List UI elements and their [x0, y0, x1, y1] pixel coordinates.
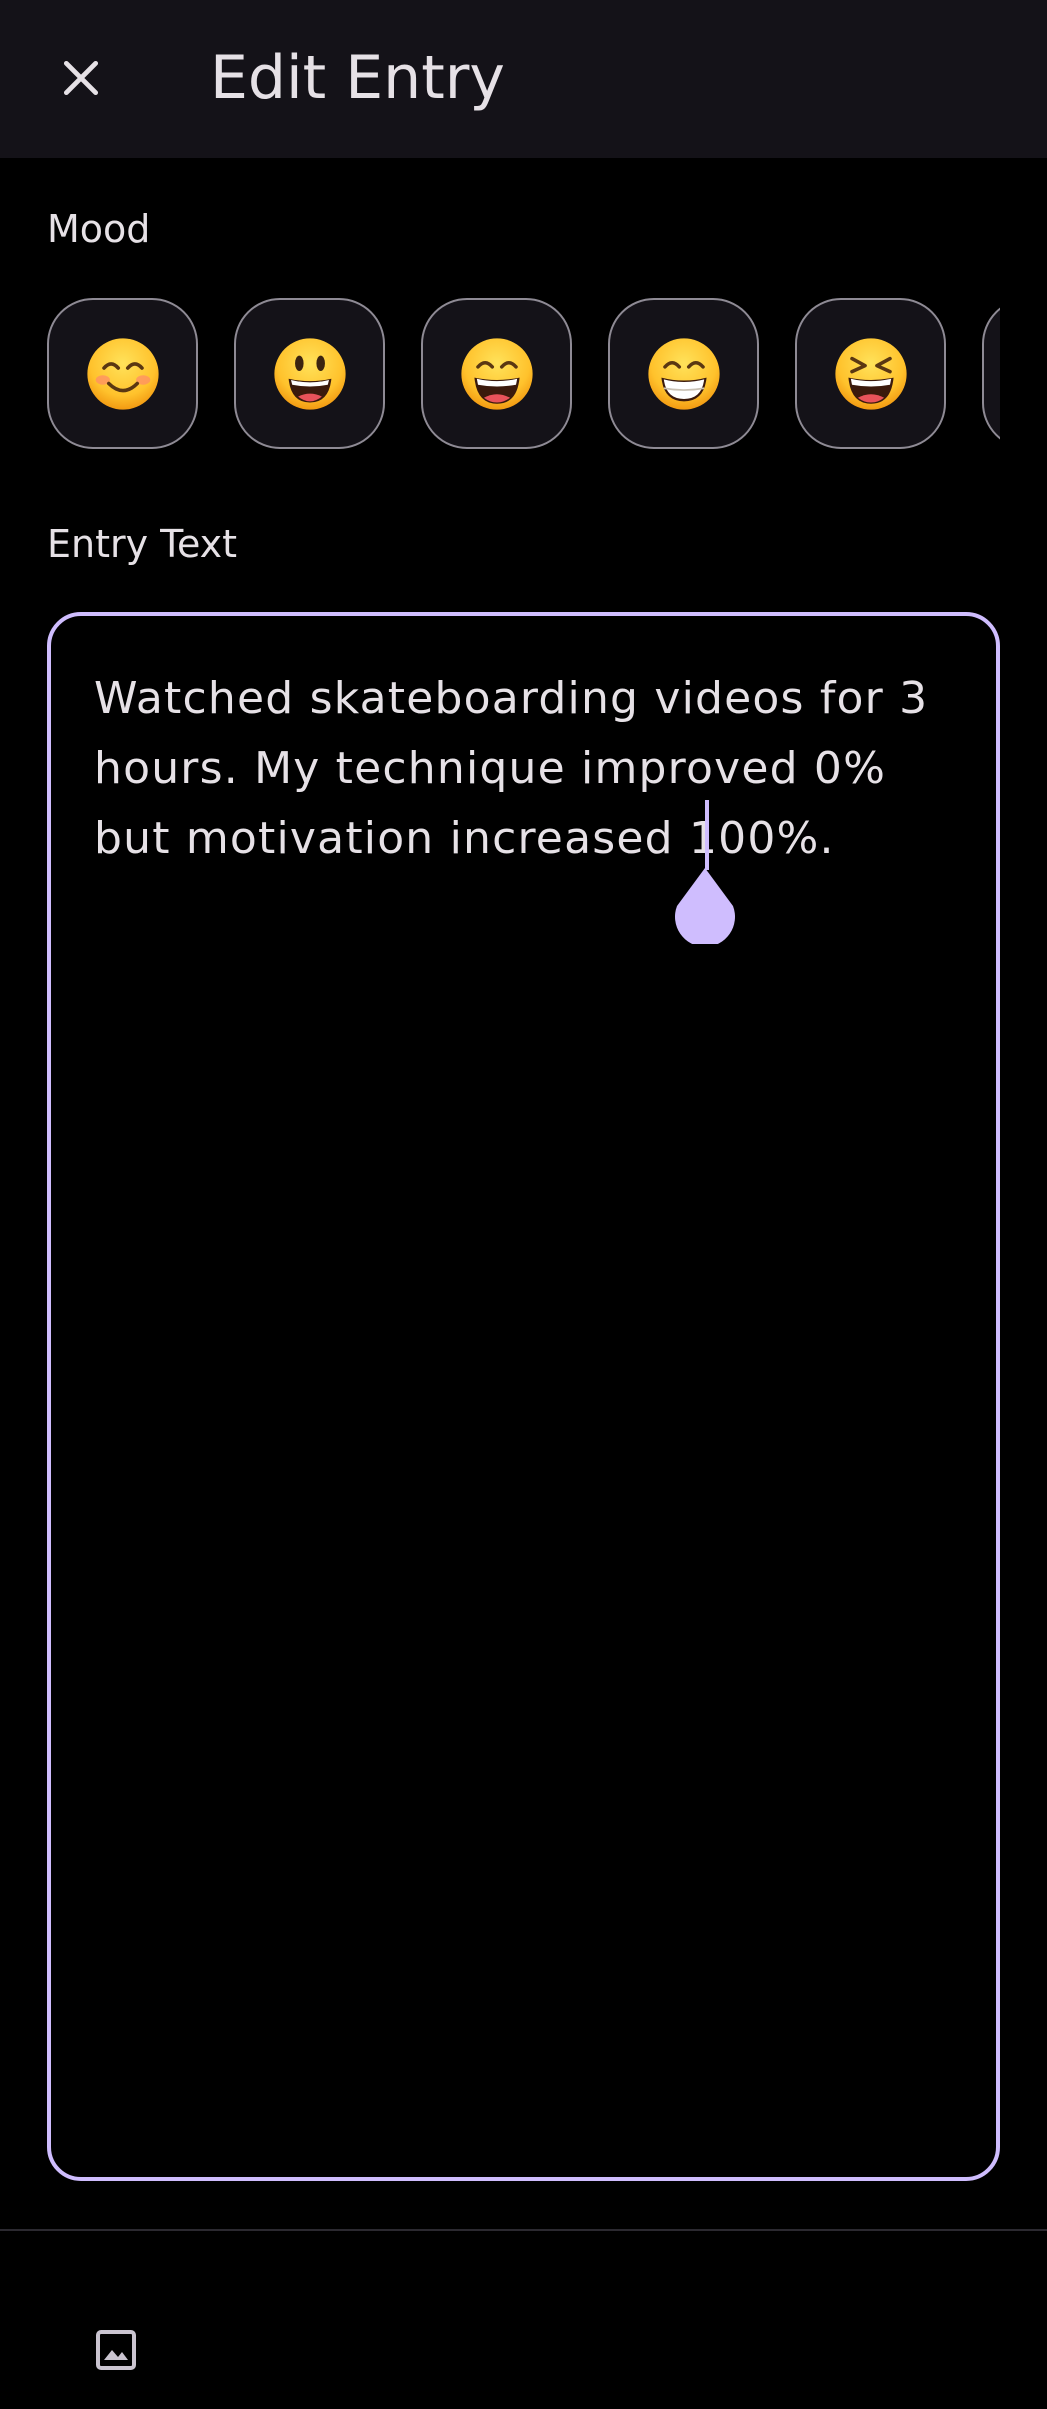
close-button[interactable]: [40, 37, 122, 119]
close-icon: [63, 60, 99, 96]
mood-option-smiling[interactable]: [47, 298, 198, 449]
mood-row: [47, 298, 1000, 449]
grinning-face-with-smiling-eyes-emoji: [460, 337, 533, 410]
mood-option-partial[interactable]: [982, 298, 1000, 449]
cursor-handle-icon[interactable]: [673, 866, 737, 944]
entry-text-value: Watched skateboarding videos for 3 hours…: [94, 673, 944, 864]
add-image-button[interactable]: [82, 2316, 150, 2384]
beaming-face-with-smiling-eyes-emoji: [647, 337, 720, 410]
image-icon: [96, 2330, 136, 2370]
bottom-divider: [0, 2229, 1047, 2231]
mood-option-laughing[interactable]: [795, 298, 946, 449]
page-title: Edit Entry: [210, 43, 505, 113]
smiling-face-with-smiling-eyes-emoji: [86, 337, 159, 410]
text-cursor: [705, 800, 709, 870]
grinning-face-with-big-eyes-emoji: [273, 337, 346, 410]
mood-option-beaming[interactable]: [608, 298, 759, 449]
mood-selector[interactable]: [47, 298, 1000, 449]
mood-option-smile[interactable]: [421, 298, 572, 449]
mood-option-grinning[interactable]: [234, 298, 385, 449]
edit-entry-screen: Edit Entry Mood Entry Text Watched skate…: [0, 0, 1047, 2409]
grinning-squinting-face-emoji: [834, 337, 907, 410]
top-app-bar: Edit Entry: [0, 0, 1047, 158]
mood-label: Mood: [47, 207, 151, 251]
entry-text-label: Entry Text: [47, 522, 238, 566]
entry-text-field[interactable]: Watched skateboarding videos for 3 hours…: [47, 612, 1000, 2181]
